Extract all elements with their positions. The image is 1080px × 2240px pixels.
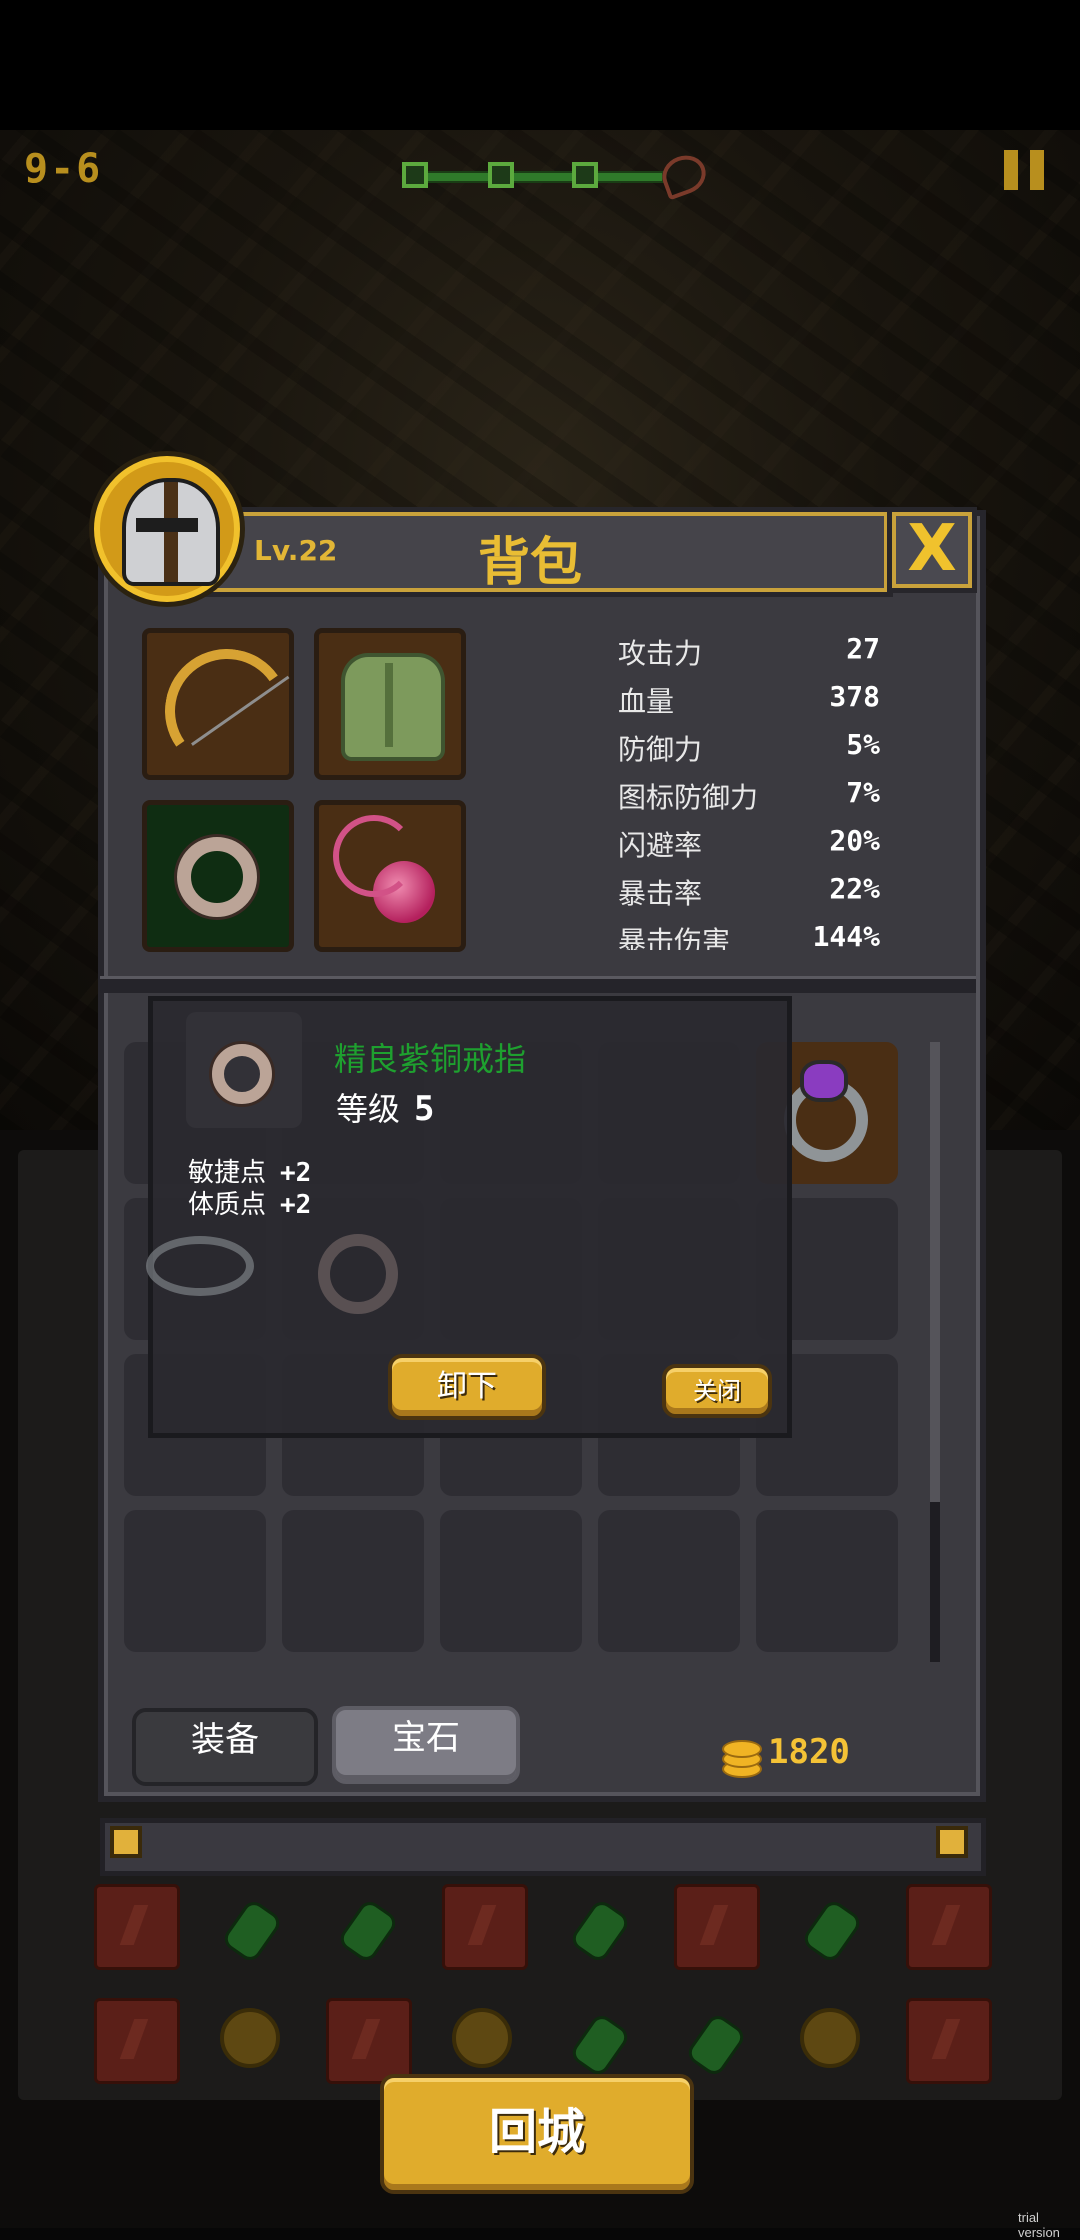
panel-title: 背包	[477, 533, 582, 593]
board-tile-coin[interactable]	[790, 1998, 870, 2078]
board-tile-potion[interactable]	[326, 1884, 406, 1964]
board-tile-potion[interactable]	[558, 1884, 638, 1964]
stat-label: 暴击伤害	[618, 925, 731, 950]
board-tile-potion[interactable]	[558, 1998, 638, 2078]
item-level: 等级 5	[336, 1084, 435, 1130]
stat-label: 防御力	[618, 733, 703, 766]
stat-value: 20%	[829, 824, 880, 857]
item-level-label: 等级	[336, 1090, 401, 1128]
stat-label: 闪避率	[618, 829, 703, 862]
stage-progress-bar	[400, 149, 712, 201]
board-tile-potion[interactable]	[210, 1884, 290, 1964]
copper-ring-icon	[318, 1234, 398, 1314]
tooltip-close-button[interactable]: 关闭	[662, 1364, 772, 1418]
item-name: 精良紫铜戒指	[334, 1040, 527, 1078]
board-tile-book[interactable]	[94, 1884, 180, 1970]
copper-ring-icon	[212, 1044, 272, 1104]
stat-value: 27	[846, 632, 880, 665]
progress-node	[572, 162, 598, 188]
player-level: Lv.22	[254, 534, 338, 567]
stat-label: 攻击力	[618, 637, 703, 670]
board-tile-book[interactable]	[674, 1884, 760, 1970]
equip-slot-amulet[interactable]	[314, 800, 466, 952]
frame-stud	[110, 1826, 142, 1858]
return-to-town-button[interactable]: 回城	[380, 2074, 694, 2194]
board-tile-book[interactable]	[906, 1998, 992, 2084]
silver-ring-icon	[146, 1236, 254, 1296]
top-bar-background	[0, 0, 1080, 130]
board-tile-coin[interactable]	[210, 1998, 290, 2078]
stat-row: 防御力 5%	[618, 728, 880, 768]
stat-value: 378	[829, 680, 880, 713]
stat-row: 暴击伤害 144%	[618, 920, 880, 950]
bow-icon	[155, 639, 299, 783]
pause-button[interactable]	[1004, 150, 1046, 190]
equip-slot-ring[interactable]	[142, 800, 294, 952]
gold-coins-icon	[718, 1734, 762, 1778]
progress-node	[402, 162, 428, 188]
board-tile-book[interactable]	[326, 1998, 412, 2084]
stat-row: 暴击率 22%	[618, 872, 880, 912]
gold-amount: 1820	[768, 1732, 850, 1772]
tab-gems[interactable]: 宝石	[332, 1706, 520, 1784]
panel-divider	[100, 976, 976, 993]
stat-row: 攻击力 27	[618, 632, 880, 672]
coin-icon	[800, 2008, 860, 2068]
amethyst-ring-icon	[778, 1056, 874, 1162]
stage-indicator: 9-6	[24, 146, 103, 192]
unequip-button[interactable]: 卸下	[388, 1354, 546, 1420]
stat-label: 血量	[618, 685, 675, 718]
inventory-slot[interactable]	[598, 1510, 740, 1652]
tab-equipment[interactable]: 装备	[132, 1708, 318, 1786]
equip-slot-armor[interactable]	[314, 628, 466, 780]
item-level-value: 5	[414, 1089, 435, 1129]
board-tile-book[interactable]	[442, 1884, 528, 1970]
panel-bottom-frame	[100, 1818, 986, 1876]
stat-row: 闪避率 20%	[618, 824, 880, 864]
board-tile-coin[interactable]	[442, 1998, 522, 2078]
helmet-icon	[122, 478, 220, 586]
stat-label: 图标防御力	[618, 781, 759, 814]
stat-value: 5%	[846, 728, 880, 761]
stat-value: 7%	[846, 776, 880, 809]
coin-icon	[220, 2008, 280, 2068]
inventory-slot[interactable]	[124, 1510, 266, 1652]
item-attribute: 体质点 +2	[188, 1184, 311, 1221]
stat-label: 暴击率	[618, 877, 703, 910]
armor-icon	[341, 653, 445, 761]
close-panel-button[interactable]: X	[892, 512, 972, 588]
board-tile-potion[interactable]	[790, 1884, 870, 1964]
stat-value: 22%	[829, 872, 880, 905]
trial-watermark: trial version	[1018, 2210, 1060, 2240]
board-tile-potion[interactable]	[674, 1998, 754, 2078]
inventory-scrollbar[interactable]	[930, 1042, 940, 1662]
scrollbar-thumb[interactable]	[930, 1042, 940, 1502]
inventory-slot[interactable]	[282, 1510, 424, 1652]
stats-list: 攻击力 27 血量 378 防御力 5% 图标防御力 7% 闪避率 20% 暴击率 22% …	[618, 628, 880, 950]
progress-track	[410, 171, 664, 183]
board-tile-book[interactable]	[906, 1884, 992, 1970]
stat-value: 144%	[812, 920, 880, 950]
amulet-icon	[333, 815, 435, 923]
board-tile-book[interactable]	[94, 1998, 180, 2084]
inventory-slot[interactable]	[440, 1510, 582, 1652]
coin-icon	[452, 2008, 512, 2068]
progress-node	[488, 162, 514, 188]
equip-slot-weapon[interactable]	[142, 628, 299, 783]
stat-row: 图标防御力 7%	[618, 776, 880, 816]
stat-row: 血量 378	[618, 680, 880, 720]
inventory-slot[interactable]	[756, 1510, 898, 1652]
pause-icon	[1030, 150, 1044, 190]
boss-eye-icon	[656, 149, 712, 201]
frame-stud	[936, 1826, 968, 1858]
ring-icon	[177, 837, 257, 917]
attribute-label: 体质点	[188, 1190, 267, 1220]
pause-icon	[1004, 150, 1018, 190]
attribute-value: +2	[280, 1190, 312, 1220]
hero-avatar	[94, 456, 240, 602]
